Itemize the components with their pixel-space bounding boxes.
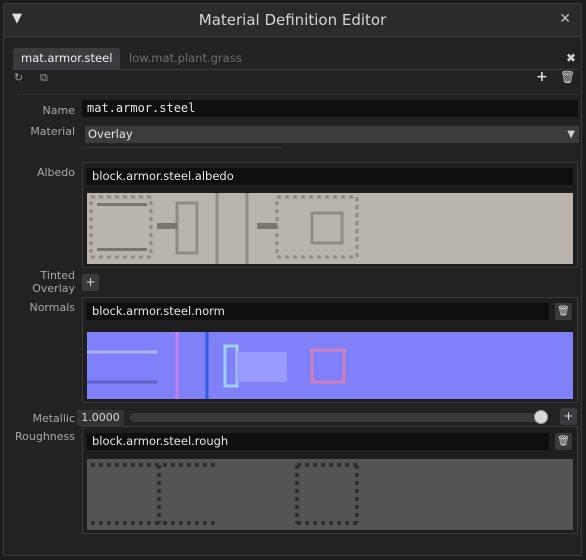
normals-preview <box>87 332 573 399</box>
name-label: Name <box>42 104 75 117</box>
albedo-texture-input[interactable]: block.armor.steel.albedo <box>87 168 573 185</box>
material-editor-window: ▼ Material Definition Editor ✕ mat.armor… <box>3 3 582 556</box>
separator <box>17 94 578 95</box>
normals-panel: block.armor.steel.norm 🗑 <box>82 297 578 403</box>
tab-bar: mat.armor.steel low.mat.plant.grass ✖ <box>13 48 578 70</box>
roughness-preview <box>87 459 573 530</box>
close-tab-icon[interactable]: ✖ <box>566 51 576 65</box>
tinted-overlay-label-line2: Overlay <box>32 282 75 295</box>
add-tinted-overlay-button[interactable]: + <box>82 274 99 291</box>
material-dropdown[interactable]: Overlay ▼ <box>85 126 579 143</box>
name-input[interactable]: mat.armor.steel <box>82 100 578 117</box>
albedo-label: Albedo <box>36 166 75 179</box>
roughness-panel: block.armor.steel.rough 🗑 <box>82 426 578 534</box>
normals-label: Normals <box>29 301 75 314</box>
trash-icon[interactable]: 🗑 <box>560 70 575 84</box>
albedo-preview <box>87 193 573 264</box>
tab-divider <box>13 69 578 70</box>
roughness-texture-input[interactable]: block.armor.steel.rough <box>87 433 549 450</box>
metallic-slider-handle[interactable] <box>534 410 548 424</box>
separator <box>83 147 283 148</box>
metallic-add-button[interactable]: + <box>560 408 577 425</box>
material-value: Overlay <box>88 127 133 141</box>
tab-mat-armor-steel[interactable]: mat.armor.steel <box>13 48 121 69</box>
normals-texture-image <box>87 332 346 399</box>
metallic-value-field[interactable]: 1.0000 <box>77 410 124 426</box>
title-bar[interactable]: ▼ Material Definition Editor ✕ <box>4 4 581 37</box>
close-icon[interactable]: ✕ <box>559 11 571 27</box>
roughness-label: Roughness <box>14 430 75 443</box>
chevron-down-icon: ▼ <box>567 129 575 140</box>
roughness-delete-button[interactable]: 🗑 <box>555 433 572 450</box>
material-label: Material <box>30 125 75 138</box>
refresh-icon[interactable]: ↻ <box>14 71 23 84</box>
normals-delete-button[interactable]: 🗑 <box>555 303 572 320</box>
window-title: Material Definition Editor <box>198 11 387 29</box>
tinted-overlay-label: Tinted Overlay <box>14 269 75 295</box>
tinted-overlay-label-line1: Tinted <box>40 269 75 282</box>
roughness-texture-image <box>91 463 359 525</box>
albedo-panel: block.armor.steel.albedo <box>82 162 578 268</box>
add-icon[interactable]: + <box>536 69 548 85</box>
tab-low-mat-plant-grass[interactable]: low.mat.plant.grass <box>121 48 250 69</box>
metallic-slider[interactable] <box>130 410 548 424</box>
normals-texture-input[interactable]: block.armor.steel.norm <box>87 303 549 320</box>
albedo-texture-image <box>89 193 359 264</box>
copy-icon[interactable]: ⧉ <box>40 71 48 85</box>
metallic-label: Metallic <box>32 412 75 425</box>
